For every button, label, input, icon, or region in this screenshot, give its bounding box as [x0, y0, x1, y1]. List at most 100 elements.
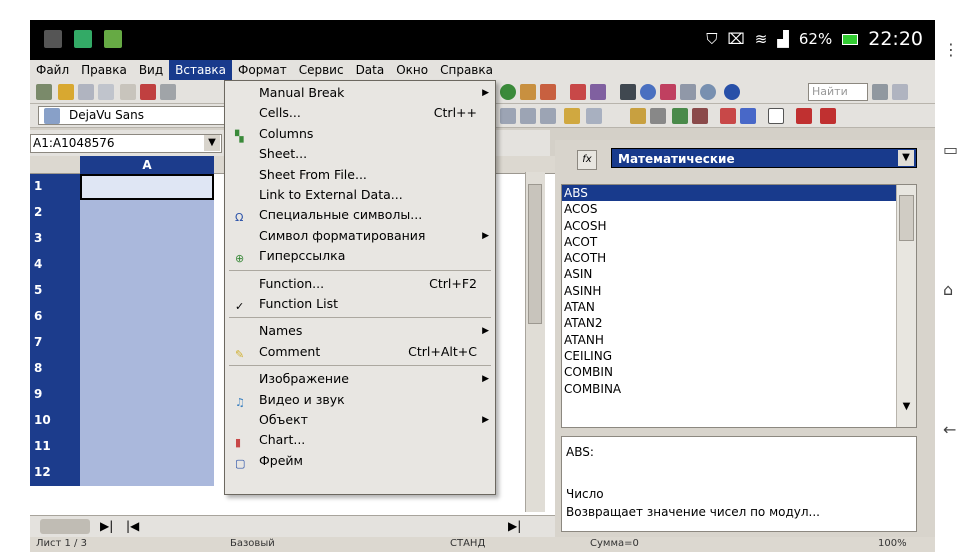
currency-icon[interactable]: [630, 108, 646, 124]
row-header[interactable]: 8: [30, 356, 80, 382]
function-list-item[interactable]: ATAN: [562, 299, 916, 315]
gallery-icon[interactable]: [660, 84, 676, 100]
sort-ascending-icon[interactable]: [520, 84, 536, 100]
row-header[interactable]: 9: [30, 382, 80, 408]
function-list-item[interactable]: COMBINA: [562, 381, 916, 397]
fx-icon[interactable]: fx: [577, 150, 597, 170]
home-icon[interactable]: ⌂: [943, 280, 953, 299]
cell[interactable]: [80, 278, 214, 304]
find-replace-icon[interactable]: [620, 84, 636, 100]
hscroll-right-icon[interactable]: ▶|: [508, 519, 521, 533]
align-center-icon[interactable]: [520, 108, 536, 124]
cell[interactable]: [80, 408, 214, 434]
cell[interactable]: [80, 304, 214, 330]
function-list-item[interactable]: ATAN2: [562, 315, 916, 331]
recent-apps-icon[interactable]: ▭: [943, 140, 958, 159]
menu-item[interactable]: Гиперссылка ⊕: [225, 246, 495, 266]
menu-item[interactable]: Sheet...: [225, 144, 495, 164]
menu-5[interactable]: Сервис: [293, 60, 350, 80]
menu-item[interactable]: Объект ▶: [225, 410, 495, 430]
cell[interactable]: [80, 460, 214, 486]
prev-sheet-icon[interactable]: |◀: [126, 519, 139, 533]
row-header[interactable]: 4: [30, 252, 80, 278]
cell[interactable]: [80, 174, 214, 200]
save-icon[interactable]: [78, 84, 94, 100]
navigator2-icon[interactable]: [640, 84, 656, 100]
cell[interactable]: [80, 356, 214, 382]
indent-icon[interactable]: [720, 108, 736, 124]
menu-item[interactable]: Изображение ▶: [225, 369, 495, 389]
cell[interactable]: [80, 434, 214, 460]
cell[interactable]: [80, 382, 214, 408]
merge-cells-icon[interactable]: [564, 108, 580, 124]
first-sheet-icon[interactable]: [40, 519, 90, 534]
cell[interactable]: [80, 226, 214, 252]
menu-icon[interactable]: ⋮: [943, 40, 959, 59]
chevron-down-icon[interactable]: ▼: [898, 150, 914, 166]
name-box[interactable]: A1:A1048576: [30, 134, 222, 153]
row-header[interactable]: 3: [30, 226, 80, 252]
row-header[interactable]: 2: [30, 200, 80, 226]
function-list-item[interactable]: ABS: [562, 185, 916, 202]
menu-item[interactable]: Function List ✓: [225, 294, 495, 314]
print-icon[interactable]: [160, 84, 176, 100]
menu-item[interactable]: Function... Ctrl+F2: [225, 274, 495, 294]
draw-icon[interactable]: [590, 84, 606, 100]
menu-item[interactable]: Символ форматирования ▶: [225, 226, 495, 246]
function-list-item[interactable]: COMBIN: [562, 364, 916, 380]
borders-icon[interactable]: [768, 108, 784, 124]
row-header[interactable]: 11: [30, 434, 80, 460]
navigator-icon[interactable]: [500, 84, 516, 100]
align-right-icon[interactable]: [540, 108, 556, 124]
function-list-scrollbar[interactable]: ▼: [896, 185, 916, 427]
email-icon[interactable]: [98, 84, 114, 100]
function-list-item[interactable]: ATANH: [562, 332, 916, 348]
row-header[interactable]: 10: [30, 408, 80, 434]
font-name-input[interactable]: DejaVu Sans: [38, 106, 238, 125]
row-header[interactable]: 12: [30, 460, 80, 486]
menu-item[interactable]: Фрейм ▢: [225, 451, 495, 471]
edit-icon[interactable]: [120, 84, 136, 100]
menu-item[interactable]: Видео и звук ♫: [225, 390, 495, 410]
menu-item[interactable]: Специальные символы... Ω: [225, 205, 495, 225]
delete-decimal-icon[interactable]: [692, 108, 708, 124]
help-icon[interactable]: [724, 84, 740, 100]
vertical-scrollbar[interactable]: [525, 172, 545, 512]
category-select[interactable]: Математические ▼: [611, 148, 917, 168]
align-left-icon[interactable]: [500, 108, 516, 124]
menu-item[interactable]: Link to External Data...: [225, 185, 495, 205]
next-sheet-icon[interactable]: ▶|: [100, 519, 113, 533]
function-list-item[interactable]: ACOT: [562, 234, 916, 250]
menu-item[interactable]: Sheet From File...: [225, 165, 495, 185]
add-decimal-icon[interactable]: [672, 108, 688, 124]
wrap-text-icon[interactable]: [586, 108, 602, 124]
scroll-thumb[interactable]: [528, 184, 542, 324]
menu-item[interactable]: Manual Break ▶: [225, 83, 495, 103]
function-list-item[interactable]: ACOSH: [562, 218, 916, 234]
zoom-icon[interactable]: [700, 84, 716, 100]
new-document-icon[interactable]: [36, 84, 52, 100]
menu-6[interactable]: Data: [350, 60, 391, 80]
cell[interactable]: [80, 330, 214, 356]
scroll-down-icon[interactable]: ▼: [899, 401, 914, 415]
datasource-icon[interactable]: [680, 84, 696, 100]
export-pdf-icon[interactable]: [140, 84, 156, 100]
sort-descending-icon[interactable]: [540, 84, 556, 100]
find-next-icon[interactable]: [872, 84, 888, 100]
cell[interactable]: [80, 200, 214, 226]
menu-7[interactable]: Окно: [390, 60, 434, 80]
column-header-a[interactable]: A: [80, 156, 214, 174]
insert-chart-icon[interactable]: [570, 84, 586, 100]
menu-item[interactable]: Cells... Ctrl++: [225, 103, 495, 123]
background-color-icon[interactable]: [796, 108, 812, 124]
name-box-dropdown-icon[interactable]: ▼: [204, 135, 220, 151]
menu-0[interactable]: Файл: [30, 60, 75, 80]
scroll-thumb[interactable]: [899, 195, 914, 241]
menu-item[interactable]: Chart... ▮: [225, 430, 495, 450]
cell[interactable]: [80, 252, 214, 278]
percent-icon[interactable]: [650, 108, 666, 124]
open-folder-icon[interactable]: [58, 84, 74, 100]
function-list-item[interactable]: ACOTH: [562, 250, 916, 266]
styles-icon[interactable]: [44, 108, 60, 124]
menu-item[interactable]: Comment ✎ Ctrl+Alt+C: [225, 342, 495, 362]
